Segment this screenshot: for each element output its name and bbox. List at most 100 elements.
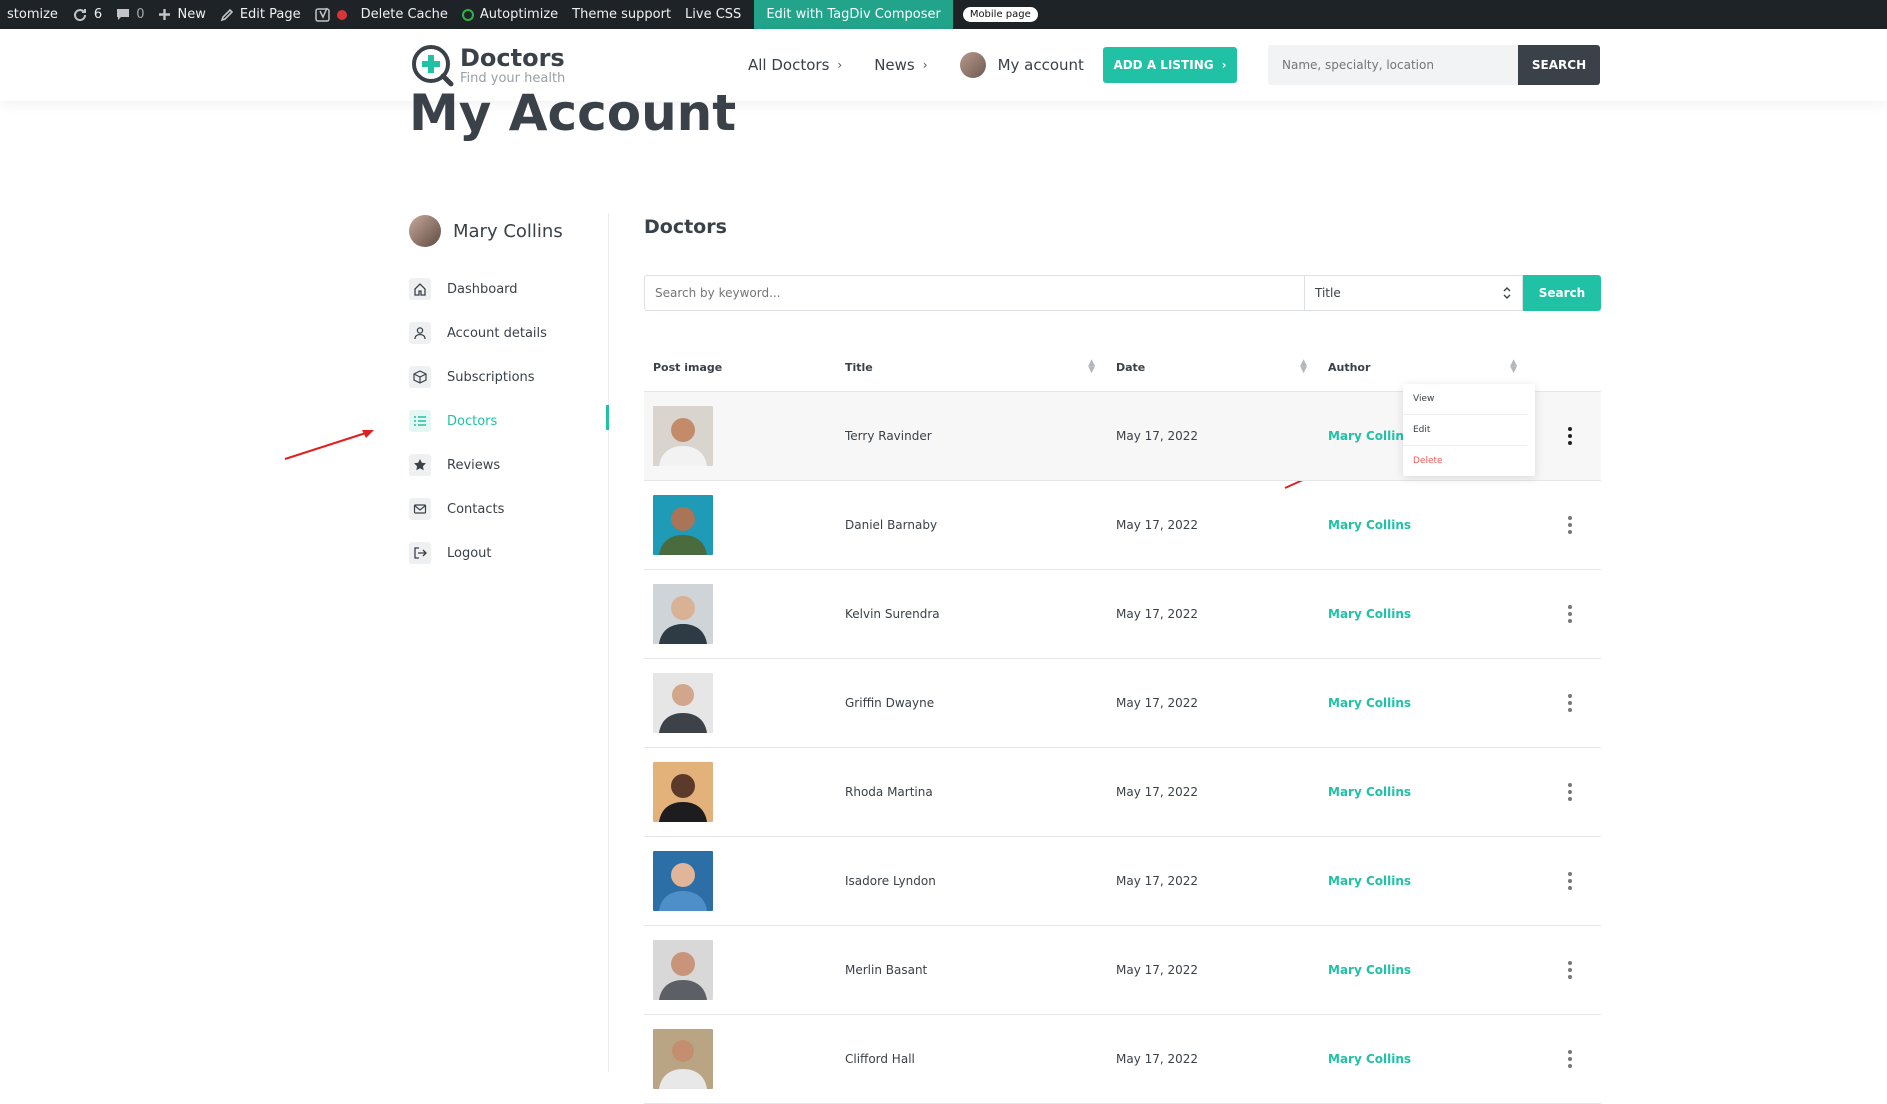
doctor-photo[interactable] [653,495,713,555]
row-actions-icon[interactable] [1562,960,1578,980]
mobile-page-toggle[interactable]: Mobile page [962,7,1038,22]
col-post-image: Post image [644,361,836,374]
avatar [959,52,986,78]
avatar [409,215,441,247]
admin-delete-cache-link[interactable]: Delete Cache [354,0,455,29]
row-actions-icon[interactable] [1562,871,1578,891]
row-actions-icon[interactable] [1562,426,1578,446]
sort-field-value: Title [1315,286,1341,300]
row-author[interactable]: Mary Collins [1319,1052,1529,1066]
menu-item-view[interactable]: View [1403,384,1527,415]
sidebar-item-logout[interactable]: Logout [409,531,609,575]
sidebar-item-label: Subscriptions [447,369,535,385]
sort-field-select[interactable]: Title [1304,275,1523,311]
menu-item-edit[interactable]: Edit [1403,415,1527,446]
nav-news[interactable]: News › [874,56,927,74]
yoast-icon [314,7,330,22]
live-css-label: Live CSS [685,7,742,22]
account-sidebar: Mary Collins Dashboard Account details S… [409,215,609,575]
row-actions-icon[interactable] [1562,782,1578,802]
admin-new-link[interactable]: New [151,0,212,29]
sort-icon: ▲ ▼ [1088,358,1095,375]
sidebar-item-dashboard[interactable]: Dashboard [409,267,609,311]
doctor-photo[interactable] [653,1029,713,1089]
row-title[interactable]: Isadore Lyndon [836,874,1107,888]
tagdiv-label: Edit with TagDiv Composer [766,7,941,22]
updates-count: 6 [93,7,103,22]
sidebar-item-subscriptions[interactable]: Subscriptions [409,355,609,399]
doctor-photo[interactable] [653,940,713,1000]
row-author[interactable]: Mary Collins [1319,696,1529,710]
doctors-logo-icon [412,45,454,87]
row-actions-icon[interactable] [1562,515,1578,535]
sidebar-menu: Dashboard Account details Subscriptions … [409,267,609,575]
sidebar-item-label: Doctors [447,413,498,429]
autoptimize-label: Autoptimize [479,7,559,22]
doctor-photo[interactable] [653,406,713,466]
admin-bar: stomize 6 0 New Edit Page Delete Cache A… [0,0,1887,29]
sidebar-item-contacts[interactable]: Contacts [409,487,609,531]
row-title[interactable]: Kelvin Surendra [836,607,1107,621]
row-actions-icon[interactable] [1562,604,1578,624]
site-header: Doctors Find your health All Doctors › Ne… [0,29,1887,101]
admin-tagdiv-link[interactable]: Edit with TagDiv Composer [754,0,953,29]
admin-theme-support-link[interactable]: Theme support [565,0,678,29]
plus-icon [159,9,171,20]
admin-seo-link[interactable] [308,0,354,29]
refresh-icon [73,8,86,21]
keyword-search-input[interactable] [644,275,1304,311]
row-actions-icon[interactable] [1562,1049,1578,1069]
logout-icon [409,542,431,564]
row-author[interactable]: Mary Collins [1319,518,1529,532]
admin-customize-link[interactable]: stomize [0,0,65,29]
col-author[interactable]: Author ▲ ▼ [1319,359,1529,375]
doctor-photo[interactable] [653,851,713,911]
section-title: Doctors [644,216,727,238]
col-date[interactable]: Date ▲ ▼ [1107,358,1319,375]
nav-all-doctors-label: All Doctors [748,56,830,74]
header-search: SEARCH [1268,45,1600,85]
row-date: May 17, 2022 [1116,785,1199,799]
seo-status-dot-icon [336,9,347,20]
row-author[interactable]: Mary Collins [1319,785,1529,799]
nav-all-doctors[interactable]: All Doctors › [748,56,842,74]
row-author[interactable]: Mary Collins [1319,963,1529,977]
doctor-photo[interactable] [653,584,713,644]
chevron-right-icon: › [837,58,843,72]
table-row: Kelvin Surendra May 17, 2022 Mary Collin… [644,570,1601,659]
autoptimize-status-icon [461,8,474,21]
add-listing-button[interactable]: ADD A LISTING › [1103,47,1237,83]
sidebar-item-doctors[interactable]: Doctors [409,399,609,443]
admin-autoptimize-link[interactable]: Autoptimize [455,0,565,29]
row-title[interactable]: Daniel Barnaby [836,518,1107,532]
row-title[interactable]: Terry Ravinder [836,429,1107,443]
col-date-label: Date [1116,360,1146,374]
row-author[interactable]: Mary Collins [1319,874,1529,888]
filter-search-button[interactable]: Search [1523,275,1601,311]
nav-my-account[interactable]: My account [959,52,1084,78]
row-date: May 17, 2022 [1116,518,1199,532]
header-search-button[interactable]: SEARCH [1518,45,1600,85]
theme-support-label: Theme support [572,7,672,22]
doctor-photo[interactable] [653,673,713,733]
admin-updates-link[interactable]: 6 [65,0,109,29]
row-title[interactable]: Clifford Hall [836,1052,1107,1066]
admin-live-css-link[interactable]: Live CSS [678,0,748,29]
admin-edit-page-link[interactable]: Edit Page [213,0,308,29]
admin-comments-link[interactable]: 0 [109,0,151,29]
row-actions-icon[interactable] [1562,693,1578,713]
logo-tagline: Find your health [460,70,566,86]
row-title[interactable]: Griffin Dwayne [836,696,1107,710]
sidebar-item-account-details[interactable]: Account details [409,311,609,355]
row-title[interactable]: Rhoda Martina [836,785,1107,799]
sort-icon: ▲ ▼ [1300,358,1307,375]
site-logo[interactable]: Doctors Find your health [410,43,565,87]
row-author[interactable]: Mary Collins [1319,607,1529,621]
col-title[interactable]: Title ▲ ▼ [836,358,1107,375]
sidebar-item-reviews[interactable]: Reviews [409,443,609,487]
row-title[interactable]: Merlin Basant [836,963,1107,977]
doctor-photo[interactable] [653,762,713,822]
menu-item-delete[interactable]: Delete [1403,446,1527,476]
header-search-input[interactable] [1268,45,1518,85]
pencil-icon [220,8,233,21]
